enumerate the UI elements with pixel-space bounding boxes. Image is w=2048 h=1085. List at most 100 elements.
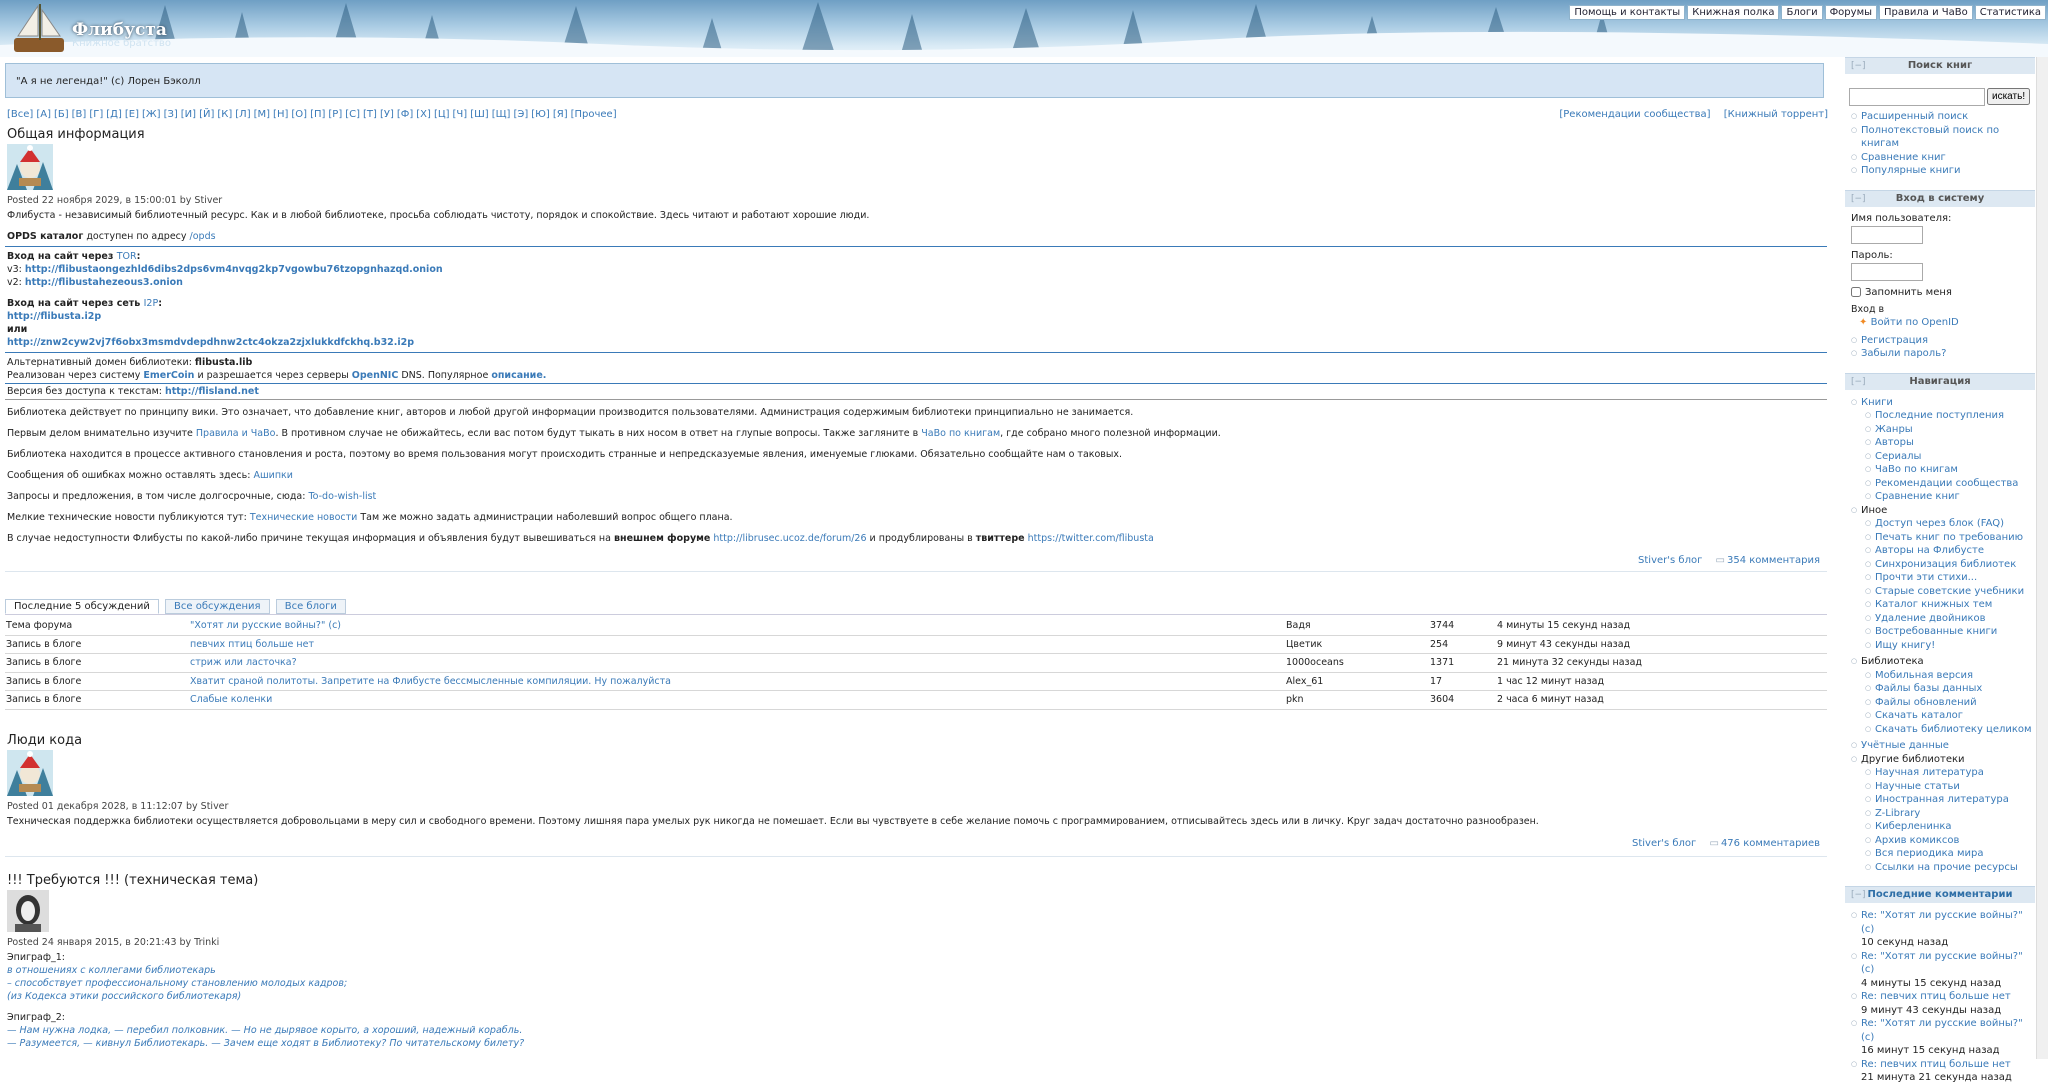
openid-link[interactable]: Войти по OpenID [1871,317,1959,328]
nav-item[interactable]: Авторы на Флибусте [1851,544,2035,558]
letter-link[interactable]: [Э] [513,109,528,120]
letter-link[interactable]: [Х] [416,109,431,120]
collapse-icon[interactable]: [−] [1851,191,1866,207]
post-title[interactable]: Люди кода [5,733,1827,748]
opds-link[interactable]: /opds [190,231,216,242]
nav-bookshelf[interactable]: Книжная полка [1687,5,1780,20]
letter-link[interactable]: [П] [310,109,325,120]
row-title-link[interactable]: Хватит сраной политоты. Запретите на Фли… [190,676,671,687]
tech-news-link[interactable]: Технические новости [250,512,357,523]
twitter-link[interactable]: https://twitter.com/flibusta [1028,533,1154,544]
compare-books-link[interactable]: Сравнение книг [1851,151,2035,165]
tor-v3-link[interactable]: http://flibustaongezhld6dibs2dps6vm4nvqg… [25,264,443,275]
search-block-header[interactable]: [−] Поиск книг [1845,57,2035,74]
nav-help[interactable]: Помощь и контакты [1569,5,1686,20]
nav-item[interactable]: Синхронизация библиотек [1851,558,2035,572]
nav-item[interactable]: Ссылки на прочие ресурсы [1851,861,2035,875]
nav-item[interactable]: Иностранная литература [1851,793,2035,807]
nav-item[interactable]: Старые советские учебники [1851,585,2035,599]
tab-all-discussions[interactable]: Все обсуждения [165,599,270,614]
nav-account[interactable]: Учётные данные [1851,739,2035,753]
nav-blogs[interactable]: Блоги [1781,5,1823,20]
faq-books-link[interactable]: ЧаВо по книгам [921,428,1000,439]
nav-item[interactable]: Жанры [1851,423,2035,437]
nav-item[interactable]: Файлы обновлений [1851,696,2035,710]
post-title[interactable]: Общая информация [5,127,1827,142]
forgot-password-link[interactable]: Забыли пароль? [1851,347,2035,361]
row-title-link[interactable]: стриж или ласточка? [190,657,297,668]
description-link[interactable]: описание. [491,370,546,381]
letter-link[interactable]: [Б] [54,109,69,120]
book-torrent-link[interactable]: [Книжный торрент] [1724,109,1828,120]
nav-stats[interactable]: Статистика [1974,5,2046,20]
letter-link[interactable]: [Щ] [492,109,511,120]
nav-rules[interactable]: Правила и ЧаВо [1879,5,1973,20]
vertical-scrollbar[interactable] [2036,57,2048,1059]
password-input[interactable] [1851,262,1923,281]
letter-link[interactable]: [М] [254,109,270,120]
letter-link[interactable]: [Все] [7,109,33,120]
community-recommendations-link[interactable]: [Рекомендации сообщества] [1559,109,1710,120]
nav-other[interactable]: Иное [1851,504,2035,518]
fulltext-search-link[interactable]: Полнотекстовый поиск по книгам [1851,124,2035,151]
post-title[interactable]: !!! Требуются !!! (техническая тема) [5,873,1827,888]
i2p-link[interactable]: I2P [144,298,159,309]
register-link[interactable]: Регистрация [1851,334,2035,348]
popular-books-link[interactable]: Популярные книги [1851,164,2035,178]
comments-link[interactable]: 476 комментариев [1721,838,1820,849]
nav-other-libraries[interactable]: Другие библиотеки [1851,753,2035,767]
nav-item[interactable]: Вся периодика мира [1851,847,2035,861]
nav-item[interactable]: Удаление двойников [1851,612,2035,626]
external-forum-link[interactable]: http://librusec.ucoz.de/forum/26 [713,533,866,544]
search-input[interactable] [1849,88,1985,106]
i2p-url-1[interactable]: http://flibusta.i2p [7,311,101,322]
nav-item[interactable]: Востребованные книги [1851,625,2035,639]
nav-item[interactable]: Мобильная версия [1851,669,2035,683]
username-input[interactable] [1851,225,1923,244]
advanced-search-link[interactable]: Расширенный поиск [1851,110,2035,124]
comments-link[interactable]: 354 комментария [1727,555,1820,566]
letter-link[interactable]: [Ф] [397,109,413,120]
remember-checkbox[interactable] [1851,287,1861,297]
nav-item[interactable]: Каталог книжных тем [1851,598,2035,612]
emercoin-link[interactable]: EmerCoin [143,370,194,381]
collapse-icon[interactable]: [−] [1851,58,1866,74]
site-name[interactable]: Флибуста [72,20,167,40]
errors-link[interactable]: Ашипки [253,470,293,481]
letter-link[interactable]: [Д] [106,109,122,120]
letter-link[interactable]: [О] [291,109,307,120]
letter-link[interactable]: [Р] [328,109,342,120]
letter-link[interactable]: [Ц] [434,109,450,120]
tor-link[interactable]: TOR [117,251,137,262]
i2p-url-2[interactable]: http://znw2cyw2vj7f6obx3msmdvdepdhnw2ctc… [7,337,414,348]
letter-link[interactable]: [Я] [553,109,568,120]
nav-item[interactable]: Доступ через блок (FAQ) [1851,517,2035,531]
row-title-link[interactable]: певчих птиц больше нет [190,639,314,650]
opennic-link[interactable]: OpenNIC [352,370,399,381]
letter-link[interactable]: [Й] [199,109,214,120]
nav-library[interactable]: Библиотека [1851,655,2035,669]
row-title-link[interactable]: Слабые коленки [190,694,272,705]
nav-item[interactable]: Печать книг по требованию [1851,531,2035,545]
nav-item[interactable]: Ищу книгу! [1851,639,2035,653]
wishlist-link[interactable]: To-do-wish-list [308,491,376,502]
nav-item[interactable]: Рекомендации сообщества [1851,477,2035,491]
login-block-header[interactable]: [−] Вход в систему [1845,189,2035,207]
nav-item[interactable]: Файлы базы данных [1851,682,2035,696]
comments-block-header[interactable]: [−] Последние комментарии [1845,886,2035,903]
letter-link[interactable]: [Прочее] [571,109,617,120]
nav-item[interactable]: Авторы [1851,436,2035,450]
letter-link[interactable]: [Ш] [470,109,489,120]
nav-item[interactable]: Сериалы [1851,450,2035,464]
letter-link[interactable]: [Л] [235,109,250,120]
blog-link[interactable]: Stiver's блог [1638,555,1702,566]
letter-link[interactable]: [К] [217,109,232,120]
nav-item[interactable]: Прочти эти стихи... [1851,571,2035,585]
letter-link[interactable]: [З] [164,109,178,120]
nav-item[interactable]: Сравнение книг [1851,490,2035,504]
rules-link[interactable]: Правила и ЧаВо [196,428,276,439]
comment-link[interactable]: Re: певчих птиц больше нет [1851,990,2035,1004]
collapse-icon[interactable]: [−] [1851,887,1866,903]
nav-books[interactable]: Книги [1851,396,2035,410]
letter-link[interactable]: [И] [181,109,196,120]
